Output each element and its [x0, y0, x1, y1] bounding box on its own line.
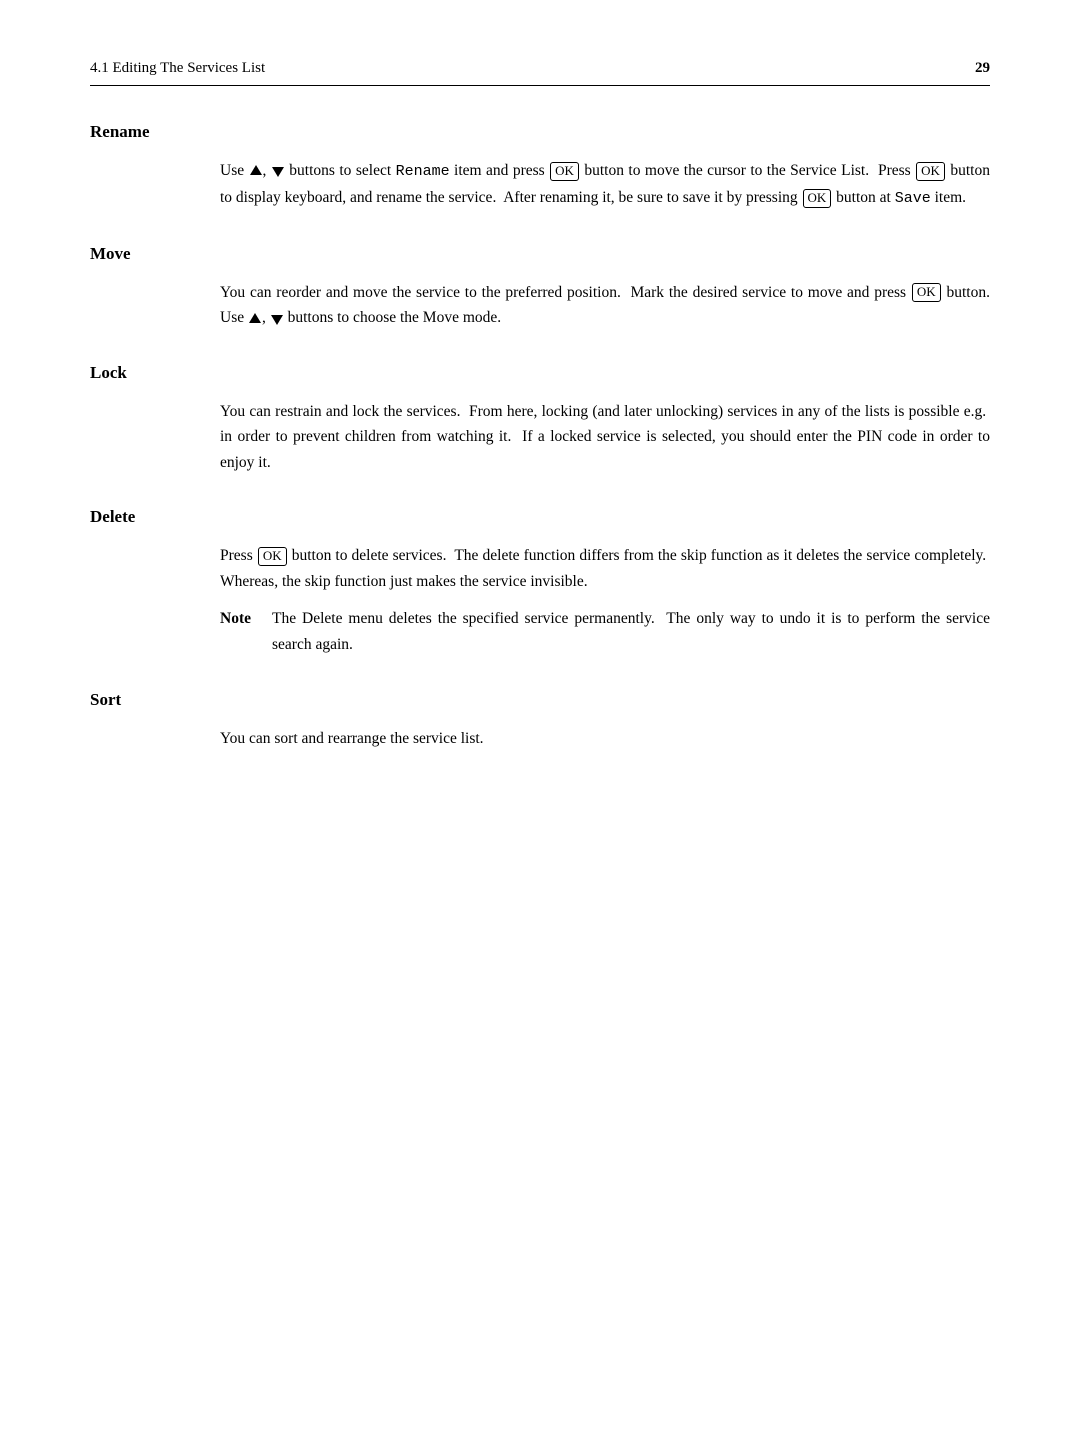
lock-paragraph: You can restrain and lock the services. …	[220, 399, 990, 476]
rename-label: Rename	[396, 163, 450, 180]
section-body-move: You can reorder and move the service to …	[90, 280, 990, 331]
note-block: Note The Delete menu deletes the specifi…	[220, 606, 990, 657]
page-header: 4.1 Editing The Services List 29	[90, 60, 990, 86]
section-title-delete: Delete	[90, 507, 990, 527]
section-title-sort: Sort	[90, 690, 990, 710]
sort-paragraph: You can sort and rearrange the service l…	[220, 726, 990, 752]
section-title-rename: Rename	[90, 122, 990, 142]
ok-button-1: OK	[550, 162, 579, 181]
section-body-lock: You can restrain and lock the services. …	[90, 399, 990, 476]
move-paragraph: You can reorder and move the service to …	[220, 280, 990, 331]
triangle-up-icon-2	[249, 313, 261, 323]
page: 4.1 Editing The Services List 29 Rename …	[0, 0, 1080, 1439]
ok-button-2: OK	[916, 162, 945, 181]
section-delete: Delete Press OK button to delete service…	[90, 507, 990, 657]
section-body-sort: You can sort and rearrange the service l…	[90, 726, 990, 752]
note-label: Note	[220, 606, 272, 632]
delete-paragraph: Press OK button to delete services. The …	[220, 543, 990, 594]
triangle-down-icon	[272, 167, 284, 177]
ok-button-4: OK	[912, 283, 941, 302]
section-lock: Lock You can restrain and lock the servi…	[90, 363, 990, 476]
note-text: The Delete menu deletes the specified se…	[272, 606, 990, 657]
section-body-delete: Press OK button to delete services. The …	[90, 543, 990, 657]
section-move: Move You can reorder and move the servic…	[90, 244, 990, 331]
save-label: Save	[895, 190, 931, 207]
section-title-move: Move	[90, 244, 990, 264]
section-rename: Rename Use , buttons to select Rename it…	[90, 122, 990, 212]
section-body-rename: Use , buttons to select Rename item and …	[90, 158, 990, 212]
ok-button-3: OK	[803, 189, 832, 208]
triangle-up-icon	[250, 165, 262, 175]
section-sort: Sort You can sort and rearrange the serv…	[90, 690, 990, 752]
triangle-down-icon-2	[271, 315, 283, 325]
page-number: 29	[975, 60, 990, 77]
section-title-lock: Lock	[90, 363, 990, 383]
header-title: 4.1 Editing The Services List	[90, 60, 265, 77]
ok-button-5: OK	[258, 547, 287, 566]
rename-paragraph: Use , buttons to select Rename item and …	[220, 158, 990, 212]
